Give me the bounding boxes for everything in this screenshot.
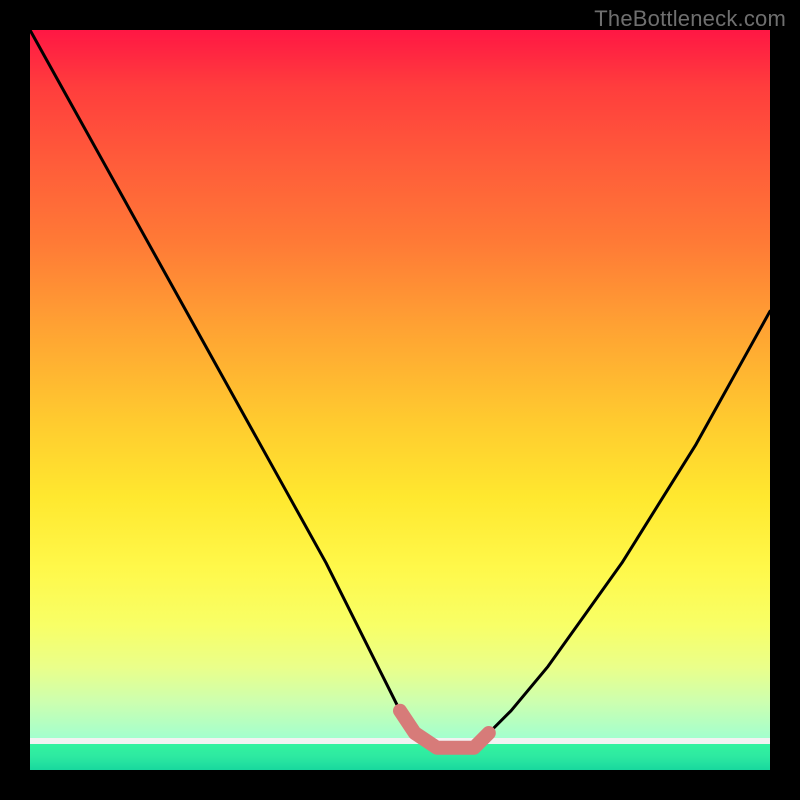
chart-stage: TheBottleneck.com [0,0,800,800]
watermark-text: TheBottleneck.com [594,6,786,32]
optimal-range-marker [30,30,770,770]
plot-area [30,30,770,770]
